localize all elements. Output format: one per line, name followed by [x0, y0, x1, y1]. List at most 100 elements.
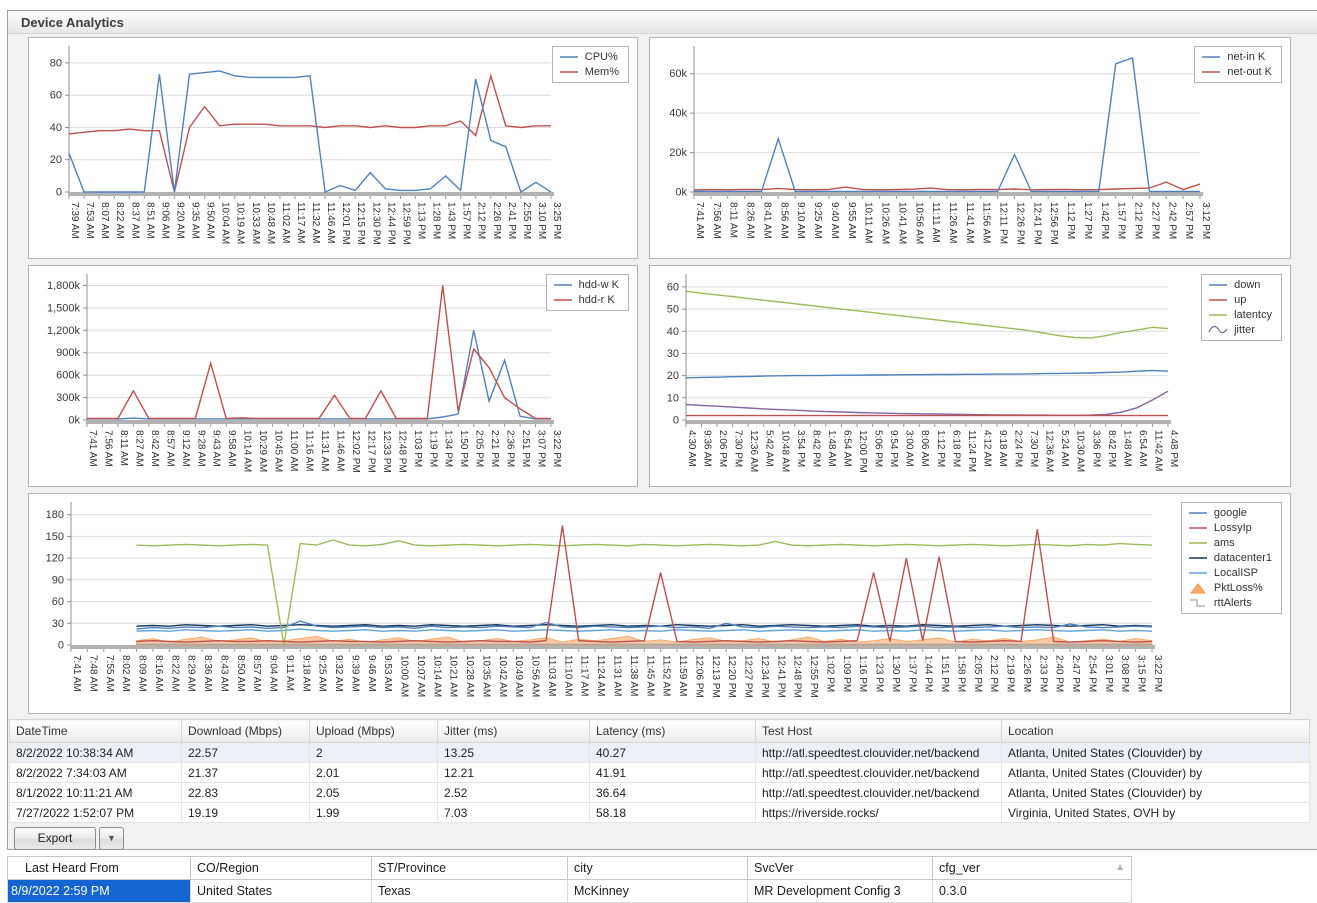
table-cell[interactable]: United States [190, 879, 372, 903]
table-cell[interactable]: McKinney [567, 879, 748, 903]
svg-text:2:27 PM: 2:27 PM [1149, 202, 1160, 239]
table-cell[interactable]: 36.64 [589, 782, 756, 803]
column-header-test-host[interactable]: Test Host [755, 719, 1002, 743]
export-button[interactable]: Export [14, 826, 96, 850]
svg-text:12:44 PM: 12:44 PM [385, 202, 396, 245]
table-cell[interactable]: 2.05 [309, 782, 438, 803]
table-row[interactable]: 7/27/2022 1:52:07 PM 19.19 1.99 7.03 58.18 ht… [9, 802, 1310, 823]
table-cell[interactable]: 19.19 [181, 802, 310, 823]
table-cell[interactable]: 41.91 [589, 762, 756, 783]
table-row[interactable]: 8/1/2022 10:11:21 AM 22.83 2.05 2.52 36.64 ht… [9, 782, 1310, 803]
table-cell[interactable]: 12.21 [437, 762, 590, 783]
svg-text:8:43 AM: 8:43 AM [218, 655, 229, 692]
svg-text:8:42 AM: 8:42 AM [149, 430, 160, 467]
table-cell[interactable]: http://atl.speedtest.clouvider.net/backe… [755, 782, 1002, 803]
svg-text:60: 60 [52, 596, 64, 608]
column-header-st-province[interactable]: ST/Province [371, 856, 568, 880]
legend-label: net-in K [1227, 51, 1266, 63]
svg-text:11:31 AM: 11:31 AM [319, 430, 330, 472]
svg-text:3:07 PM: 3:07 PM [536, 430, 547, 467]
column-header-location[interactable]: Location [1001, 719, 1310, 743]
table-cell[interactable]: Texas [371, 879, 568, 903]
table-cell[interactable]: http://atl.speedtest.clouvider.net/backe… [755, 742, 1002, 763]
svg-text:9:18 AM: 9:18 AM [300, 655, 311, 692]
chevron-down-icon: ▼ [107, 833, 116, 843]
svg-text:3:12 PM: 3:12 PM [1200, 202, 1211, 239]
table-cell[interactable]: 13.25 [437, 742, 590, 763]
table-cell[interactable]: 8/1/2022 10:11:21 AM [9, 782, 182, 803]
sort-ascending-icon[interactable]: ▲ [1115, 862, 1125, 873]
table-cell[interactable]: 40.27 [589, 742, 756, 763]
column-header-co-region[interactable]: CO/Region [190, 856, 372, 880]
column-header-cfg-ver[interactable]: cfg_ver ▲ [932, 856, 1132, 880]
svg-text:11:41 AM: 11:41 AM [964, 202, 975, 244]
table-cell[interactable]: Atlanta, United States (Clouvider) by [1001, 742, 1310, 763]
column-header-latency-ms-[interactable]: Latency (ms) [589, 719, 756, 743]
svg-text:8:22 AM: 8:22 AM [169, 655, 180, 692]
column-header-datetime[interactable]: DateTime [9, 719, 182, 743]
column-header-svcver[interactable]: SvcVer [747, 856, 933, 880]
svg-text:2:41 PM: 2:41 PM [506, 202, 517, 239]
svg-text:1:43 PM: 1:43 PM [446, 202, 457, 239]
table-cell[interactable]: 2.01 [309, 762, 438, 783]
table-cell[interactable]: Atlanta, United States (Clouvider) by [1001, 762, 1310, 783]
table-cell[interactable]: 58.18 [589, 802, 756, 823]
line-icon [559, 71, 578, 73]
table-cell[interactable]: http://atl.speedtest.clouvider.net/backe… [755, 762, 1002, 783]
line-icon [1209, 284, 1228, 286]
table-cell[interactable]: Atlanta, United States (Clouvider) by [1001, 782, 1310, 803]
table-cell[interactable]: 21.37 [181, 762, 310, 783]
svg-text:9:11 AM: 9:11 AM [284, 655, 295, 691]
table-cell[interactable]: 7.03 [437, 802, 590, 823]
svg-text:7:30 PM: 7:30 PM [1028, 430, 1039, 467]
svg-text:10:56 AM: 10:56 AM [913, 202, 924, 244]
svg-text:12:13 PM: 12:13 PM [710, 655, 721, 698]
table-cell[interactable]: 0.3.0 [932, 879, 1132, 903]
table-cell[interactable]: 22.57 [181, 742, 310, 763]
selected-cell[interactable]: 8/9/2022 2:59 PM [7, 879, 191, 903]
svg-text:1:02 PM: 1:02 PM [824, 655, 835, 692]
svg-text:1:42 PM: 1:42 PM [1099, 202, 1110, 239]
svg-text:8:36 AM: 8:36 AM [202, 655, 213, 692]
svg-text:10:42 AM: 10:42 AM [497, 655, 508, 697]
column-header-download-mbps-[interactable]: Download (Mbps) [181, 719, 310, 743]
svg-text:2:57 PM: 2:57 PM [1183, 202, 1194, 239]
legend-label: hdd-r K [578, 294, 615, 306]
svg-text:2:26 PM: 2:26 PM [491, 202, 502, 239]
column-header-last-heard-from[interactable]: Last Heard From [7, 856, 191, 880]
table-cell[interactable]: 1.99 [309, 802, 438, 823]
svg-text:11:38 AM: 11:38 AM [628, 655, 639, 697]
table-cell[interactable]: 8/2/2022 10:38:34 AM [9, 742, 182, 763]
export-dropdown-button[interactable]: ▼ [99, 826, 124, 850]
svg-text:30: 30 [667, 348, 679, 360]
table-cell[interactable]: Virginia, United States, OVH by [1001, 802, 1310, 823]
table-cell[interactable]: 8/2/2022 7:34:03 AM [9, 762, 182, 783]
legend-item-google: google [1188, 507, 1272, 519]
column-header-upload-mbps-[interactable]: Upload (Mbps) [309, 719, 438, 743]
line-icon [553, 299, 572, 301]
table-cell[interactable]: 2.52 [437, 782, 590, 803]
table-cell[interactable]: https://riverside.rocks/ [755, 802, 1002, 823]
svg-text:6:18 PM: 6:18 PM [950, 430, 961, 467]
table-cell[interactable]: 2 [309, 742, 438, 763]
svg-text:8:57 AM: 8:57 AM [164, 430, 175, 467]
table-row[interactable]: 8/2/2022 7:34:03 AM 21.37 2.01 12.21 41.91 ht… [9, 762, 1310, 783]
legend-label: hdd-w K [578, 279, 619, 291]
svg-text:5:06 PM: 5:06 PM [873, 430, 884, 467]
svg-text:2:12 PM: 2:12 PM [1133, 202, 1144, 239]
column-header-jitter-ms-[interactable]: Jitter (ms) [437, 719, 590, 743]
line-icon [1202, 71, 1221, 73]
legend-label: down [1234, 279, 1261, 291]
hdd-legend: hdd-w K hdd-r K [545, 274, 629, 311]
svg-text:11:16 AM: 11:16 AM [304, 430, 315, 472]
table-cell[interactable]: 22.83 [181, 782, 310, 803]
column-header-city[interactable]: city [567, 856, 748, 880]
table-row[interactable]: 8/2/2022 10:38:34 AM 22.57 2 13.25 40.27 http… [9, 742, 1310, 763]
table-cell[interactable]: MR Development Config 3 [747, 879, 933, 903]
svg-text:7:56 AM: 7:56 AM [711, 202, 722, 239]
table-cell[interactable]: 7/27/2022 1:52:07 PM [9, 802, 182, 823]
table-row[interactable]: 8/9/2022 2:59 PM United States Texas McKinn… [7, 879, 1132, 903]
svg-text:4:30 AM: 4:30 AM [686, 430, 697, 467]
svg-text:11:17 AM: 11:17 AM [295, 202, 306, 244]
svg-text:3:08 PM: 3:08 PM [1119, 655, 1130, 692]
